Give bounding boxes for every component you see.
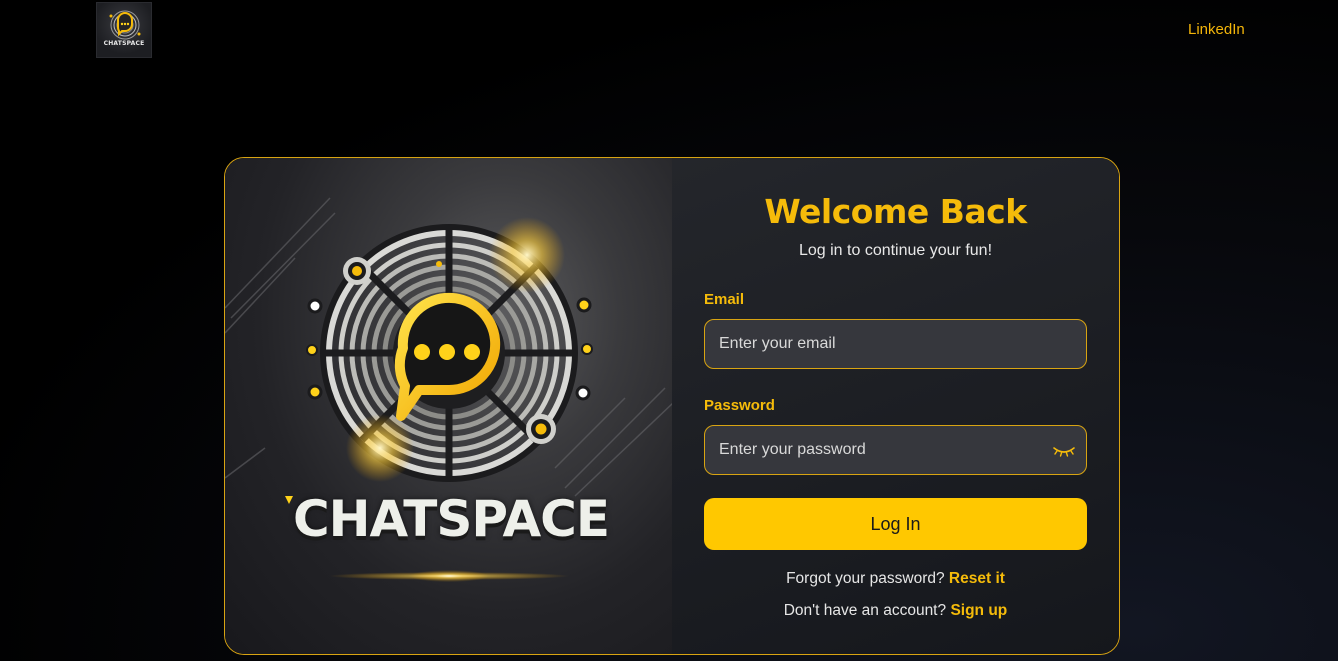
page-title: Welcome Back <box>764 192 1027 231</box>
linkedin-link[interactable]: LinkedIn <box>1188 21 1245 38</box>
eye-closed-icon[interactable] <box>1052 442 1076 460</box>
email-label: Email <box>704 291 745 308</box>
hero-image: CHATSPACE <box>225 158 673 654</box>
signup-text: Don't have an account? <box>783 602 947 619</box>
nav-logo-text: CHATSPACE <box>103 40 145 47</box>
signup-link[interactable]: Sign up <box>950 602 1007 619</box>
password-label: Password <box>704 397 775 414</box>
login-card: CHATSPACE Welcome Back Log in to continu… <box>224 157 1120 655</box>
chatspace-logo-icon <box>109 10 141 40</box>
forgot-text: Forgot your password? <box>786 570 945 587</box>
login-panel: Welcome Back Log in to continue your fun… <box>672 158 1119 654</box>
password-field[interactable] <box>704 425 1087 475</box>
signup-line: Don't have an account? Sign up <box>672 602 1119 620</box>
top-navbar: CHATSPACE LinkedIn <box>0 0 1338 66</box>
forgot-password-line: Forgot your password? Reset it <box>672 570 1119 588</box>
email-field[interactable] <box>704 319 1087 369</box>
chatspace-emblem-icon <box>225 197 673 582</box>
hero-brand-text: CHATSPACE <box>292 490 610 548</box>
nav-logo[interactable]: CHATSPACE <box>96 2 152 58</box>
login-button[interactable]: Log In <box>704 498 1087 550</box>
reset-password-link[interactable]: Reset it <box>949 570 1005 587</box>
page-subtitle: Log in to continue your fun! <box>798 242 993 259</box>
